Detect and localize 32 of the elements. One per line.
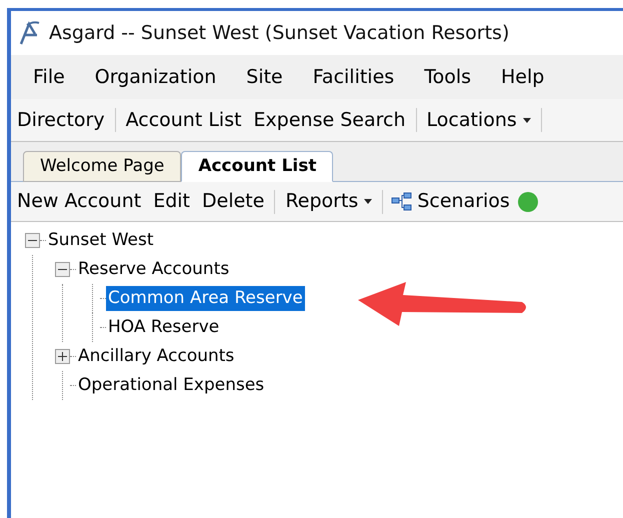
- toolbar-button[interactable]: Delete: [196, 187, 270, 216]
- tree-item[interactable]: Ancillary Accounts: [76, 344, 236, 370]
- expand-icon[interactable]: [55, 349, 70, 364]
- collapse-icon[interactable]: [55, 262, 70, 277]
- app-logo-icon: [17, 20, 41, 46]
- tree-item[interactable]: Reserve Accounts: [76, 256, 232, 282]
- menu-item[interactable]: Tools: [424, 62, 471, 92]
- tree-item[interactable]: Sunset West: [46, 228, 156, 254]
- window-title: Asgard -- Sunset West (Sunset Vacation Resorts): [49, 20, 510, 46]
- collapse-icon[interactable]: [25, 233, 40, 248]
- toolbar-button[interactable]: Account List: [120, 106, 248, 134]
- caret-icon: [364, 199, 372, 204]
- scenarios-button[interactable]: Scenarios: [387, 187, 514, 216]
- dropdown-button[interactable]: Locations: [420, 106, 537, 134]
- tab[interactable]: Account List: [181, 151, 334, 182]
- status-icon: [518, 192, 538, 212]
- diagram-icon: [391, 192, 414, 212]
- caret-icon: [522, 118, 531, 122]
- menu-item[interactable]: File: [33, 62, 65, 92]
- dropdown-button[interactable]: Reports: [279, 187, 378, 216]
- toolbar-button[interactable]: Edit: [147, 187, 196, 216]
- tree-item[interactable]: Common Area Reserve: [106, 286, 305, 312]
- toolbar-button[interactable]: Directory: [11, 106, 111, 134]
- menu-item[interactable]: Organization: [94, 62, 216, 92]
- tree-item[interactable]: HOA Reserve: [106, 314, 222, 340]
- tree-item[interactable]: Operational Expenses: [76, 372, 266, 398]
- toolbar-button[interactable]: New Account: [11, 187, 148, 216]
- tab[interactable]: Welcome Page: [23, 151, 182, 182]
- menu-item[interactable]: Site: [246, 62, 283, 92]
- toolbar-button[interactable]: Expense Search: [248, 106, 412, 134]
- menu-item[interactable]: Help: [501, 62, 544, 92]
- menu-item[interactable]: Facilities: [312, 62, 394, 92]
